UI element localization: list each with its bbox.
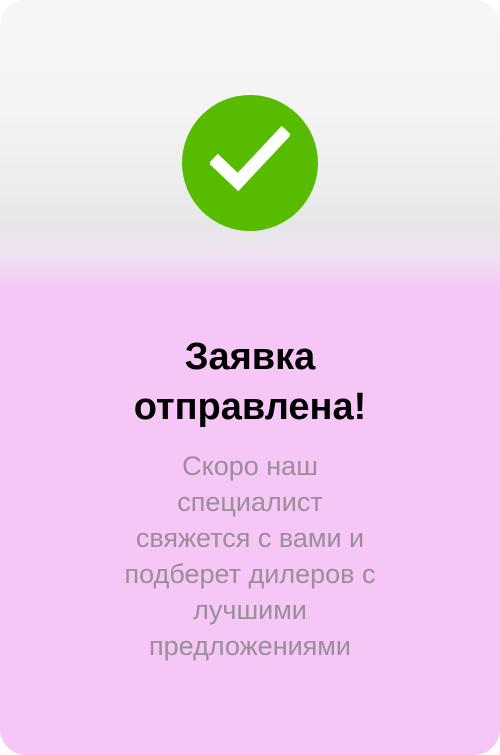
message-line: предложениями: [149, 631, 351, 661]
message-line: специалист: [177, 487, 323, 517]
dialog-title: Заявка отправлена!: [60, 332, 440, 432]
message-line: лучшими: [193, 595, 307, 625]
message-line: Скоро наш: [182, 451, 318, 481]
message-line: свяжется с вами и: [135, 523, 365, 553]
success-dialog: Заявка отправлена! Скоро наш специалист …: [0, 0, 500, 755]
checkmark-circle-icon: [182, 95, 318, 231]
title-line: отправлена!: [133, 386, 367, 428]
message-line: подберет дилеров с: [124, 559, 376, 589]
dialog-message: Скоро наш специалист свяжется с вами и п…: [90, 448, 410, 664]
title-line: Заявка: [184, 336, 316, 378]
checkmark-icon: [210, 125, 290, 192]
